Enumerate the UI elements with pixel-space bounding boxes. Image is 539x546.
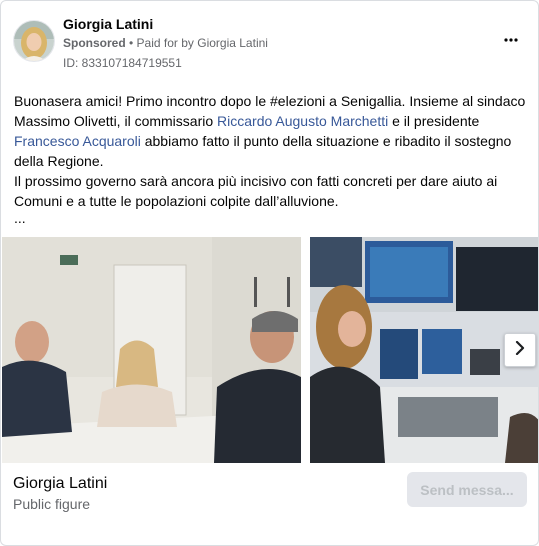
send-message-button[interactable]: Send messa...: [407, 472, 527, 507]
mention-link-marchetti[interactable]: Riccardo Augusto Marchetti: [217, 113, 388, 129]
more-options-icon[interactable]: [500, 31, 522, 47]
carousel-next-button[interactable]: [504, 333, 536, 367]
paid-for-label: Paid for by Giorgia Latini: [136, 36, 268, 50]
image-carousel: [1, 237, 538, 463]
post-paragraph-2: Il prossimo governo sarà ancora più inci…: [14, 173, 498, 209]
ad-id: ID: 833107184719551: [63, 56, 182, 70]
carousel-image-meeting[interactable]: [2, 237, 301, 463]
post-header: Giorgia Latini Sponsored • Paid for by G…: [13, 15, 526, 71]
footer-page-category: Public figure: [13, 496, 91, 512]
profile-avatar[interactable]: [13, 20, 55, 62]
mention-link-acquaroli[interactable]: Francesco Acquaroli: [14, 133, 141, 149]
see-more-ellipsis[interactable]: ...: [14, 211, 528, 225]
post-message: Buonasera amici! Primo incontro dopo le …: [14, 91, 528, 225]
chevron-right-icon: [515, 340, 525, 360]
post-footer: Giorgia Latini Public figure Send messa.…: [1, 463, 538, 545]
footer-page-name[interactable]: Giorgia Latini: [13, 475, 107, 493]
post-paragraph-1: Buonasera amici! Primo incontro dopo le …: [14, 93, 526, 169]
sponsored-post-card: Giorgia Latini Sponsored • Paid for by G…: [0, 0, 539, 546]
sponsored-label: Sponsored • Paid for by Giorgia Latini: [63, 36, 268, 50]
page-name[interactable]: Giorgia Latini: [63, 16, 153, 32]
